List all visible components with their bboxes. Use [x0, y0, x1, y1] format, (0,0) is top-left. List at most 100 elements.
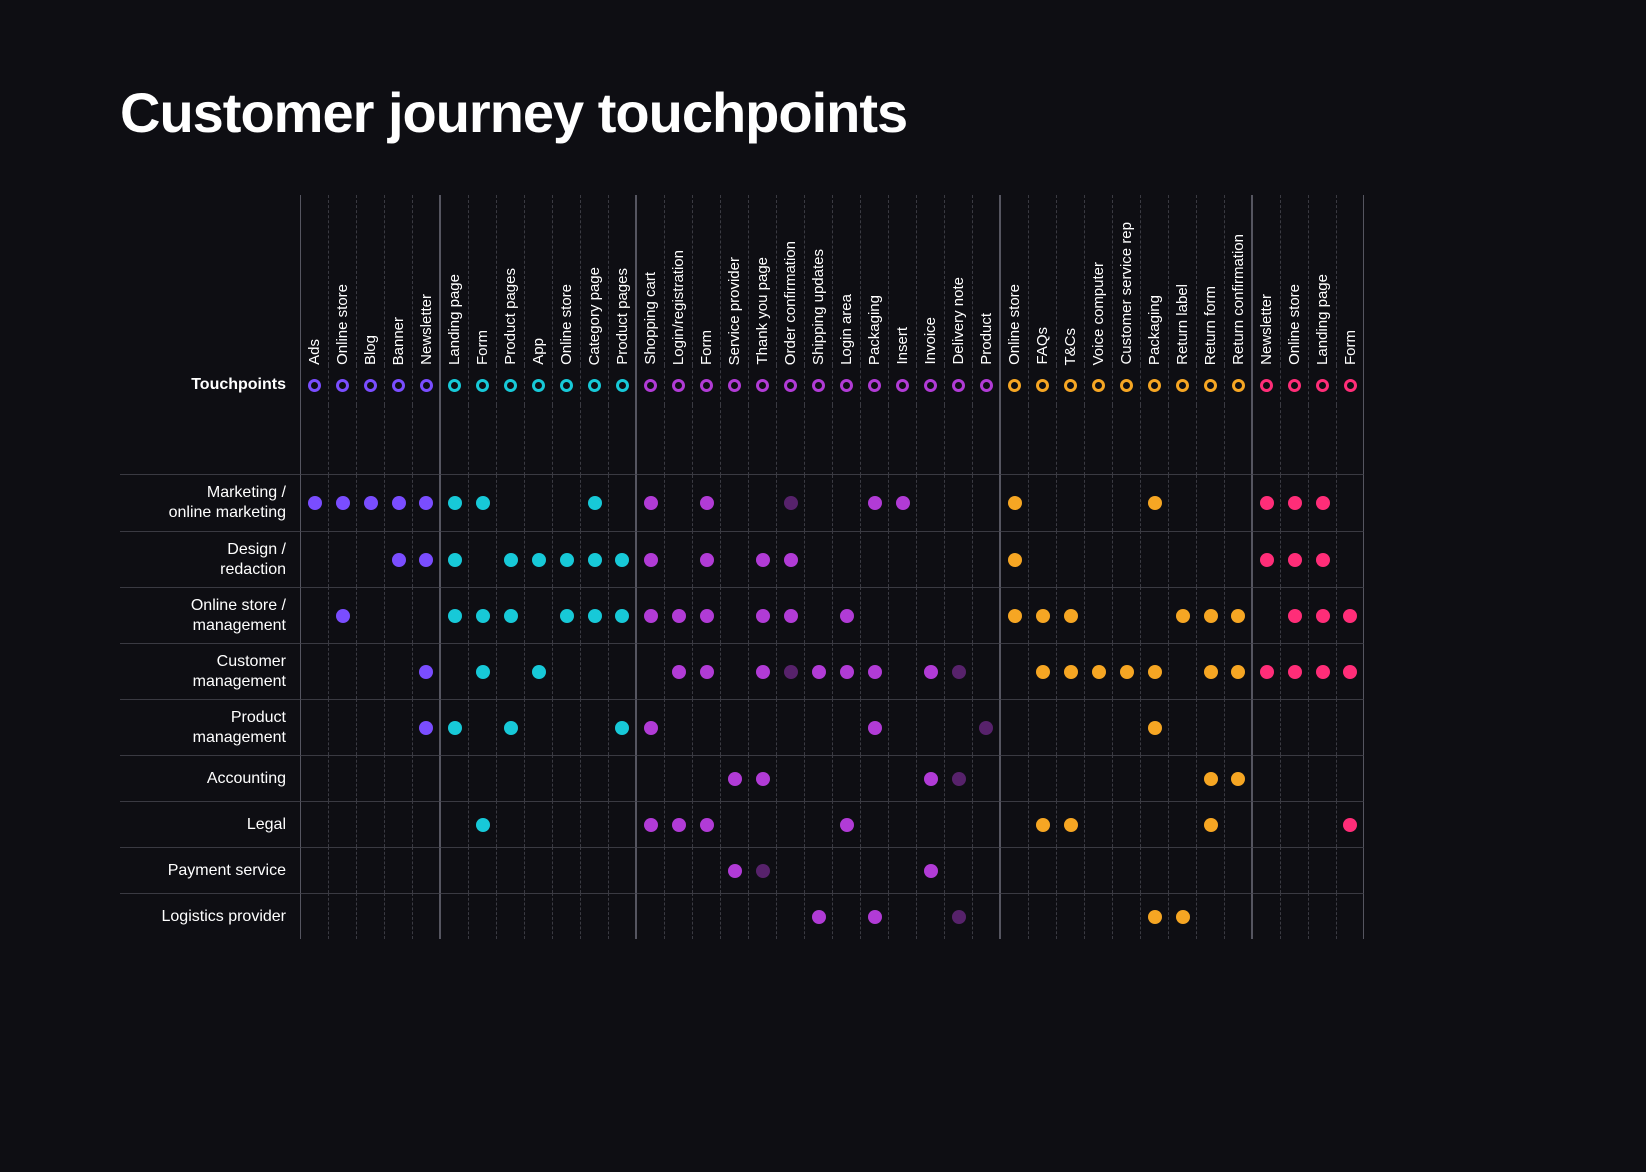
- dot: [700, 818, 714, 832]
- page-title: Customer journey touchpoints: [120, 80, 1526, 145]
- touchpoint-marker: [504, 379, 517, 392]
- touchpoint-marker: [644, 379, 657, 392]
- touchpoint-marker: [1204, 379, 1217, 392]
- touchpoint-marker: [1176, 379, 1189, 392]
- touchpoint-marker: [364, 379, 377, 392]
- column-header: Newsletter: [1258, 286, 1275, 365]
- touchpoint-marker: [1344, 379, 1357, 392]
- column-header: Online store: [558, 276, 575, 365]
- dot: [756, 553, 770, 567]
- dot: [1148, 721, 1162, 735]
- column-header: Customer service rep: [1118, 214, 1135, 365]
- column-header: Landing page: [446, 266, 463, 365]
- column-header: T&Cs: [1062, 320, 1079, 366]
- dot: [1176, 910, 1190, 924]
- row-header: Marketing /online marketing: [120, 475, 300, 531]
- row-header: Online store /management: [120, 587, 300, 643]
- column-header: Invoice: [922, 309, 939, 365]
- dot: [1288, 665, 1302, 679]
- column-header: Return confirmation: [1230, 226, 1247, 365]
- dot: [1120, 665, 1134, 679]
- row-header: Design /redaction: [120, 531, 300, 587]
- row-header: Customermanagement: [120, 643, 300, 699]
- dot: [1288, 609, 1302, 623]
- column-header: App: [530, 330, 547, 365]
- touchpoint-marker: [476, 379, 489, 392]
- touchpoint-marker: [420, 379, 433, 392]
- dot: [615, 721, 629, 735]
- dot: [504, 553, 518, 567]
- dot: [1260, 665, 1274, 679]
- dot: [504, 609, 518, 623]
- touchpoint-marker: [1092, 379, 1105, 392]
- dot: [419, 665, 433, 679]
- dot: [448, 609, 462, 623]
- touchpoint-marker: [700, 379, 713, 392]
- touchpoint-marker: [1232, 379, 1245, 392]
- touchpoint-marker: [532, 379, 545, 392]
- dot: [1288, 553, 1302, 567]
- column-header: Product: [978, 305, 995, 365]
- dot: [1036, 665, 1050, 679]
- row-header-touchpoints: Touchpoints: [120, 365, 300, 405]
- dot: [419, 553, 433, 567]
- dot: [1231, 772, 1245, 786]
- dot: [1231, 609, 1245, 623]
- dot: [1008, 496, 1022, 510]
- column-header: Online store: [334, 276, 351, 365]
- dot: [784, 609, 798, 623]
- dot: [476, 496, 490, 510]
- dot: [756, 609, 770, 623]
- dot: [868, 665, 882, 679]
- column-header: Login/registration: [670, 242, 687, 365]
- column-header: Order confirmation: [782, 233, 799, 365]
- touchpoint-marker: [812, 379, 825, 392]
- touchpoint-marker: [672, 379, 685, 392]
- column-header: Newsletter: [418, 286, 435, 365]
- dot: [952, 910, 966, 924]
- dot: [588, 553, 602, 567]
- touchpoint-marker: [588, 379, 601, 392]
- column-header: Return form: [1202, 278, 1219, 365]
- column-header: Shopping cart: [642, 264, 659, 365]
- column-header: Return label: [1174, 276, 1191, 365]
- dot: [419, 721, 433, 735]
- touchpoint-marker: [840, 379, 853, 392]
- dot: [700, 553, 714, 567]
- column-header: Login area: [838, 286, 855, 365]
- dot: [476, 665, 490, 679]
- column-header: Landing page: [1314, 266, 1331, 365]
- dot: [1343, 818, 1357, 832]
- dot: [644, 553, 658, 567]
- dot: [588, 609, 602, 623]
- touchpoint-marker: [1288, 379, 1301, 392]
- dot: [1316, 665, 1330, 679]
- dot: [784, 496, 798, 510]
- touchpoint-marker: [1008, 379, 1021, 392]
- dot: [1288, 496, 1302, 510]
- touchpoint-marker: [616, 379, 629, 392]
- dot: [1148, 496, 1162, 510]
- dot: [700, 609, 714, 623]
- dot: [952, 665, 966, 679]
- touchpoint-marker: [1036, 379, 1049, 392]
- dot: [476, 818, 490, 832]
- dot: [560, 609, 574, 623]
- row-header: Accounting: [120, 755, 300, 801]
- dot: [419, 496, 433, 510]
- dot: [615, 609, 629, 623]
- dot: [840, 609, 854, 623]
- dot: [1064, 665, 1078, 679]
- dot: [672, 818, 686, 832]
- row-header: Legal: [120, 801, 300, 847]
- touchpoint-marker: [896, 379, 909, 392]
- dot: [392, 553, 406, 567]
- column-header: Online store: [1286, 276, 1303, 365]
- dot: [1260, 496, 1274, 510]
- dot: [868, 721, 882, 735]
- dot: [728, 864, 742, 878]
- dot: [476, 609, 490, 623]
- dot: [532, 665, 546, 679]
- dot: [336, 496, 350, 510]
- dot: [1316, 609, 1330, 623]
